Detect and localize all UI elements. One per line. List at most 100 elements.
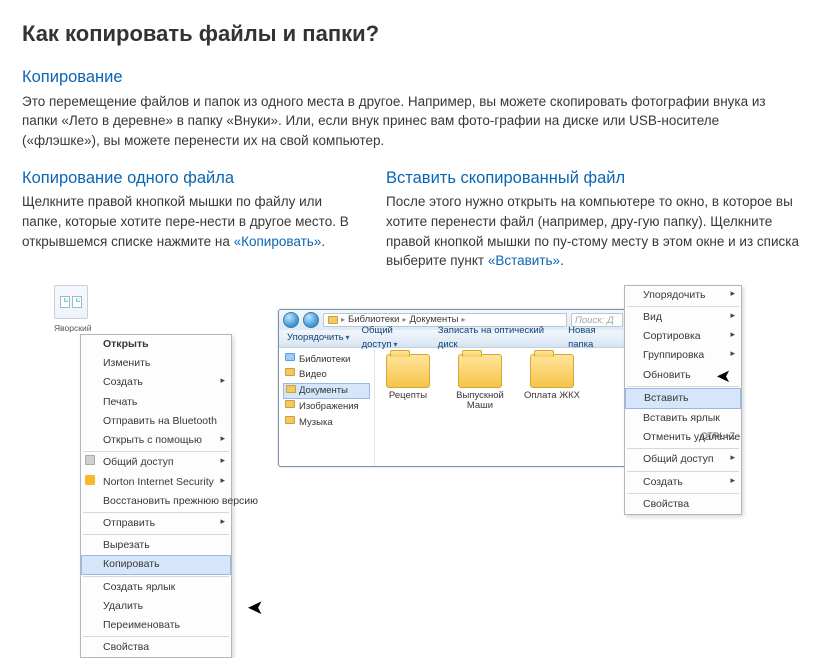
menu2-share[interactable]: Общий доступ [625,450,741,469]
chevron-right-icon: ▸ [341,314,345,326]
menu-openwith-label: Открыть с помощью [103,434,202,446]
section-text-onefile: Щелкните правой кнопкой мышки по файлу и… [22,192,362,251]
libraries-icon [285,353,295,361]
tree-documents[interactable]: Документы [283,383,370,399]
menu-separator [83,512,229,513]
menu-separator [83,534,229,535]
menu2-undo[interactable]: Отменить удалениеCTRL+Z [625,428,741,447]
nav-tree[interactable]: Библиотеки Видео Документы Изображения М… [279,348,375,466]
paste-text: После этого нужно открыть на компьютере … [386,194,799,268]
menu-share-label: Общий доступ [103,456,174,468]
folder-icon [285,368,295,376]
menu-create[interactable]: Создать [81,373,231,392]
menu-delete[interactable]: Удалить [81,597,231,616]
menu-cut[interactable]: Вырезать [81,536,231,555]
folder-label: Выпускной Маши [451,391,509,412]
figure-explorer-paste: ▸ Библиотеки ▸ Документы ▸ Поиск: Д Упор… [278,285,800,465]
onefile-period: . [321,234,325,249]
context-menu-paste[interactable]: Упорядочить Вид Сортировка Группировка О… [624,285,742,515]
tool-share-label: Общий доступ [362,325,393,350]
folder-item[interactable]: Рецепты [379,354,437,401]
menu-edit[interactable]: Изменить [81,354,231,373]
section-text-paste: После этого нужно открыть на компьютере … [386,192,800,270]
menu-norton-label: Norton Internet Security [103,476,214,488]
onefile-link: «Копировать» [234,234,322,249]
tool-organize[interactable]: Упорядочить [287,331,350,345]
menu-separator [627,306,739,307]
folder-icon [386,354,430,388]
menu-send-label: Отправить [103,517,155,529]
menu2-view-label: Вид [643,311,662,323]
menu-shortcut[interactable]: Создать ярлык [81,578,231,597]
menu-restore[interactable]: Восстановить прежнюю версию [81,492,231,511]
tree-images-label: Изображения [299,401,359,412]
menu-print[interactable]: Печать [81,393,231,412]
tree-video[interactable]: Видео [283,367,370,383]
paste-period: . [560,253,564,268]
cursor-icon: ➤ [247,594,264,623]
explorer-toolbar: Упорядочить Общий доступ Записать на опт… [279,330,627,348]
menu-copy[interactable]: Копировать [81,555,231,574]
menu2-paste-shortcut[interactable]: Вставить ярлык [625,409,741,428]
explorer-window[interactable]: ▸ Библиотеки ▸ Документы ▸ Поиск: Д Упор… [278,309,628,467]
file-caption: Яворский [54,322,254,334]
cursor-icon: ➤ [716,363,731,389]
document-icon [72,296,82,308]
file-icon[interactable] [54,285,88,319]
share-icon [85,455,95,465]
menu2-create-label: Создать [643,476,683,488]
menu-norton[interactable]: Norton Internet Security [81,473,231,492]
norton-icon [85,475,95,485]
menu-send[interactable]: Отправить [81,514,231,533]
nav-forward-button[interactable] [303,312,319,328]
nav-back-button[interactable] [283,312,299,328]
menu2-view[interactable]: Вид [625,308,741,327]
menu2-create[interactable]: Создать [625,473,741,492]
menu-separator [627,448,739,449]
section-heading-copy: Копирование [22,66,800,90]
paste-link: «Вставить» [488,253,560,268]
section-heading-paste: Вставить скопированный файл [386,167,800,191]
tree-libraries[interactable]: Библиотеки [283,352,370,368]
figure-context-copy: Яворский Открыть Изменить Создать Печать… [54,285,254,658]
menu-openwith[interactable]: Открыть с помощью [81,431,231,450]
folder-item[interactable]: Оплата ЖКХ [523,354,581,401]
menu-bluetooth[interactable]: Отправить на Bluetooth [81,412,231,431]
tool-burn[interactable]: Записать на оптический диск [438,324,556,352]
tree-music[interactable]: Музыка [283,415,370,431]
menu2-undo-key: CTRL+Z [701,430,735,443]
menu2-sort-label: Сортировка [643,330,701,342]
menu2-sort[interactable]: Сортировка [625,327,741,346]
menu-separator [83,451,229,452]
menu-share[interactable]: Общий доступ [81,453,231,472]
tree-libraries-label: Библиотеки [299,354,350,365]
section-heading-onefile: Копирование одного файла [22,167,362,191]
tree-video-label: Видео [299,369,327,380]
folder-icon [530,354,574,388]
section-text-copy: Это перемещение файлов и папок из одного… [22,92,792,151]
page-title: Как копировать файлы и папки? [22,18,800,50]
menu-rename[interactable]: Переименовать [81,616,231,635]
menu-create-label: Создать [103,376,143,388]
tree-music-label: Музыка [299,417,333,428]
menu-separator [83,576,229,577]
folder-item[interactable]: Выпускной Маши [451,354,509,412]
menu-props[interactable]: Свойства [81,638,231,657]
menu2-organize-label: Упорядочить [643,289,705,301]
tool-newfolder[interactable]: Новая папка [568,324,619,352]
folder-label: Оплата ЖКХ [523,391,581,401]
folder-icon [285,400,295,408]
menu2-organize[interactable]: Упорядочить [625,286,741,305]
menu-open[interactable]: Открыть [81,335,231,354]
menu2-group-label: Группировка [643,349,704,361]
menu2-paste[interactable]: Вставить [625,388,741,409]
tool-share[interactable]: Общий доступ [362,324,426,352]
context-menu-file[interactable]: Открыть Изменить Создать Печать Отправит… [80,334,232,658]
tree-images[interactable]: Изображения [283,399,370,415]
explorer-content[interactable]: Рецепты Выпускной Маши Оплата ЖКХ [375,348,627,466]
menu-separator [627,471,739,472]
document-icon [60,296,70,308]
chevron-down-icon [392,339,398,350]
folder-icon [458,354,502,388]
menu2-props[interactable]: Свойства [625,495,741,514]
